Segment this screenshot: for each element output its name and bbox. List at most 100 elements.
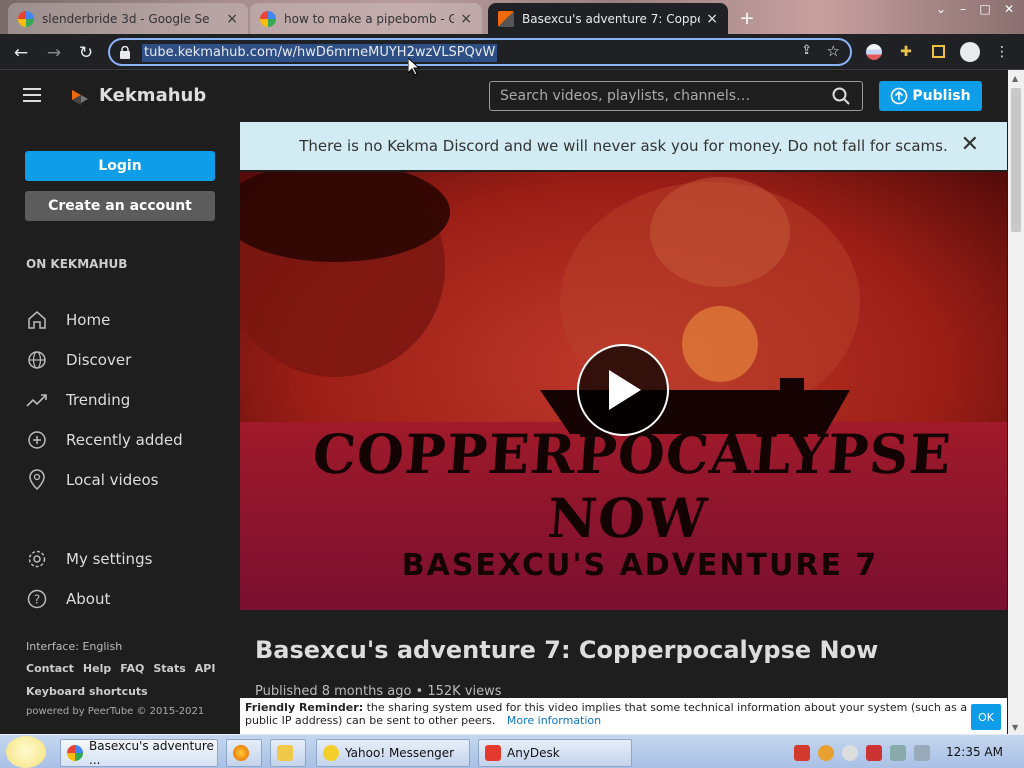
play-button[interactable] [577,344,669,436]
extensions-icon[interactable]: ✚ [896,42,916,62]
minimize-button[interactable]: – [952,0,974,18]
taskbar-clock[interactable]: 12:35 AM [946,745,1003,759]
sidebar-item-local-videos[interactable]: Local videos [26,466,236,494]
chevron-down-icon[interactable]: ⌄ [930,0,952,18]
svg-text:?: ? [34,593,40,607]
help-icon: ? [26,588,48,610]
scroll-up-arrow[interactable]: ▲ [1012,74,1018,83]
menu-icon[interactable]: ⋮ [992,42,1012,62]
footer-link-api[interactable]: API [195,662,216,675]
taskbar-item-chrome[interactable]: Basexcu's adventure ... [60,739,218,767]
tab-label: Basexcu's adventure 7: Copperp [522,11,701,26]
scam-warning-banner: There is no Kekma Discord and we will ne… [240,122,1007,170]
address-bar[interactable]: tube.kekmahub.com/w/hwD6mrneMUYH2wzVLSPQ… [108,38,852,66]
hamburger-menu-icon[interactable] [23,88,41,102]
more-information-link[interactable]: More information [507,714,601,727]
footer-link-contact[interactable]: Contact [26,662,74,675]
video-title: Basexcu's adventure 7: Copperpocalypse N… [255,636,879,664]
keyboard-shortcuts-link[interactable]: Keyboard shortcuts [26,685,148,698]
sidebar-item-label: Trending [66,391,131,409]
sidebar-item-home[interactable]: Home [26,306,236,334]
sidebar-item-label: About [66,590,111,608]
volume-icon[interactable] [914,745,930,761]
os-taskbar: Basexcu's adventure ... Yahoo! Messenger… [0,734,1024,768]
search-tray-icon[interactable] [818,745,834,761]
footer-link-stats[interactable]: Stats [153,662,185,675]
maximize-button[interactable]: □ [974,0,996,18]
smiley-tray-icon[interactable] [842,745,858,761]
interface-language[interactable]: Interface: English [26,640,122,653]
sidebar-item-label: Home [66,311,111,329]
powered-by-text: powered by PeerTube © 2015-2021 [26,706,205,717]
globe-icon [26,349,48,371]
publish-button[interactable]: Publish [879,81,982,111]
mouse-cursor [407,56,421,76]
tab-google-search-1[interactable]: slenderbride 3d - Google Se × [8,3,248,34]
security-tray-icon[interactable] [866,745,882,761]
close-window-button[interactable]: ✕ [998,0,1020,18]
close-icon[interactable]: × [460,11,472,27]
peertube-logo-icon[interactable] [68,86,90,108]
sidebar-item-my-settings[interactable]: My settings [26,545,236,573]
taskbar-item-firefox[interactable] [226,739,262,767]
url-text[interactable]: tube.kekmahub.com/w/hwD6mrneMUYH2wzVLSPQ… [142,44,498,62]
start-button[interactable] [6,736,46,768]
reload-button[interactable]: ↻ [75,42,97,64]
close-icon[interactable]: × [706,11,718,27]
search-input[interactable]: Search videos, playlists, channels… [489,81,863,111]
video-player[interactable]: COPPERPOCALYPSE NOW BASEXCU'S ADVENTURE … [240,172,1007,610]
taskbar-item-anydesk[interactable]: AnyDesk [478,739,632,767]
google-icon [260,10,276,27]
taskbar-item-label: Yahoo! Messenger [345,746,455,760]
tab-google-search-2[interactable]: how to make a pipebomb - Goo × [250,3,482,34]
taskbar-item-yahoo-messenger[interactable]: Yahoo! Messenger [316,739,470,767]
sidebar-item-recently-added[interactable]: Recently added [26,426,236,454]
thumbnail-title: COPPERPOCALYPSE NOW [310,422,954,550]
search-icon[interactable] [832,87,850,105]
taskbar-item-label: Basexcu's adventure ... [89,739,214,767]
new-tab-button[interactable]: + [734,3,760,34]
scroll-down-arrow[interactable]: ▼ [1012,723,1018,732]
tab-peertube-video[interactable]: Basexcu's adventure 7: Copperp × [488,3,728,34]
star-icon[interactable]: ☆ [827,42,840,60]
firefox-icon [233,745,249,761]
sidebar-item-discover[interactable]: Discover [26,346,236,374]
sidepanel-icon[interactable] [928,42,948,62]
sidebar-section-title: ON KEKMAHUB [26,257,128,271]
network-tray-icon[interactable] [890,745,906,761]
tab-label: slenderbride 3d - Google Se [42,11,210,26]
play-icon [609,370,641,410]
site-header: Kekmahub Search videos, playlists, chann… [0,70,1008,122]
ok-button[interactable]: OK [971,704,1001,730]
footer-link-help[interactable]: Help [83,662,111,675]
sidebar-item-label: Local videos [66,471,159,489]
anydesk-icon [485,745,501,761]
footer-links: Contact Help FAQ Stats API [26,662,215,675]
page-scrollbar[interactable]: ▲ ▼ [1008,70,1024,734]
peertube-icon [498,10,514,27]
brand-name[interactable]: Kekmahub [99,85,206,106]
forward-button[interactable]: → [43,42,65,64]
taskbar-item-label: AnyDesk [507,746,560,760]
sidebar-item-trending[interactable]: Trending [26,386,236,414]
close-icon[interactable]: ✕ [961,134,979,156]
chrome-icon [67,745,83,761]
profile-flag-icon[interactable] [864,42,884,62]
location-icon [26,469,48,491]
back-button[interactable]: ← [10,42,32,64]
create-account-button[interactable]: Create an account [25,191,215,221]
close-icon[interactable]: × [226,11,238,27]
sidebar-item-label: Recently added [66,431,183,449]
login-button[interactable]: Login [25,151,215,181]
sidebar-item-label: My settings [66,550,153,568]
taskbar-item-folder[interactable] [270,739,306,767]
avatar[interactable] [960,42,980,62]
share-icon[interactable]: ⇪ [801,43,812,58]
anydesk-tray-icon[interactable] [794,745,810,761]
folder-icon [277,745,293,761]
sidebar-item-about[interactable]: ? About [26,585,236,613]
scrollbar-thumb[interactable] [1011,88,1021,232]
published-date: Published 8 months ago [255,684,412,699]
publish-label: Publish [912,88,971,104]
footer-link-faq[interactable]: FAQ [120,662,144,675]
